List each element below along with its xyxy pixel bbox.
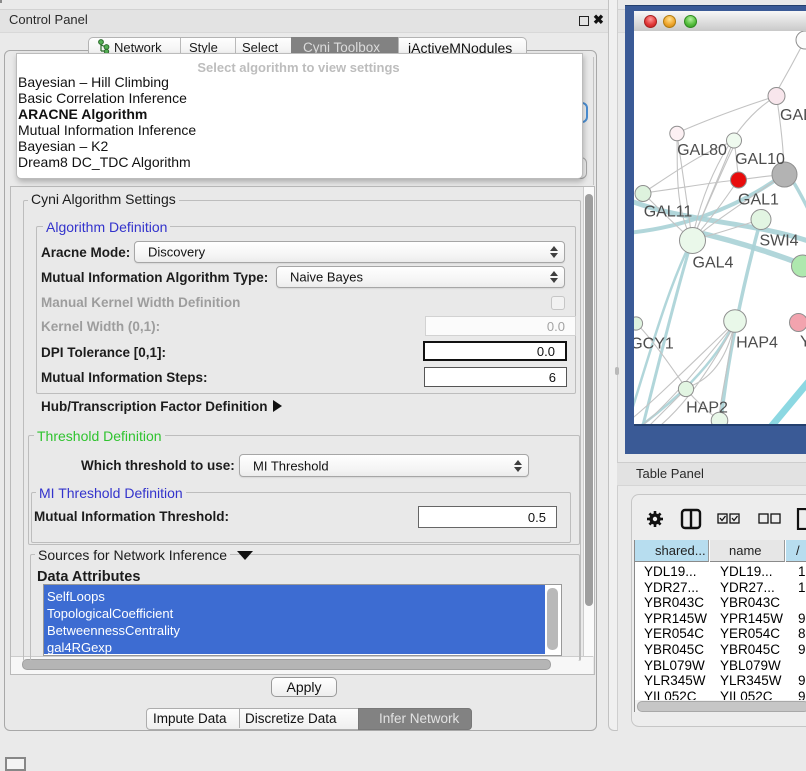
- svg-text:GAL11: GAL11: [644, 204, 693, 221]
- svg-text:HAP2: HAP2: [686, 400, 728, 417]
- svg-text:GAL10: GAL10: [735, 151, 785, 168]
- svg-text:GAL80: GAL80: [677, 142, 727, 159]
- svg-text:GAL7: GAL7: [780, 107, 806, 124]
- svg-text:HAP4: HAP4: [736, 335, 778, 352]
- svg-text:GAL1: GAL1: [738, 192, 779, 209]
- svg-text:GAL4: GAL4: [693, 255, 734, 272]
- svg-text:GCY1: GCY1: [634, 336, 674, 353]
- svg-text:YM: YM: [800, 334, 806, 351]
- svg-text:SWI4: SWI4: [759, 233, 798, 250]
